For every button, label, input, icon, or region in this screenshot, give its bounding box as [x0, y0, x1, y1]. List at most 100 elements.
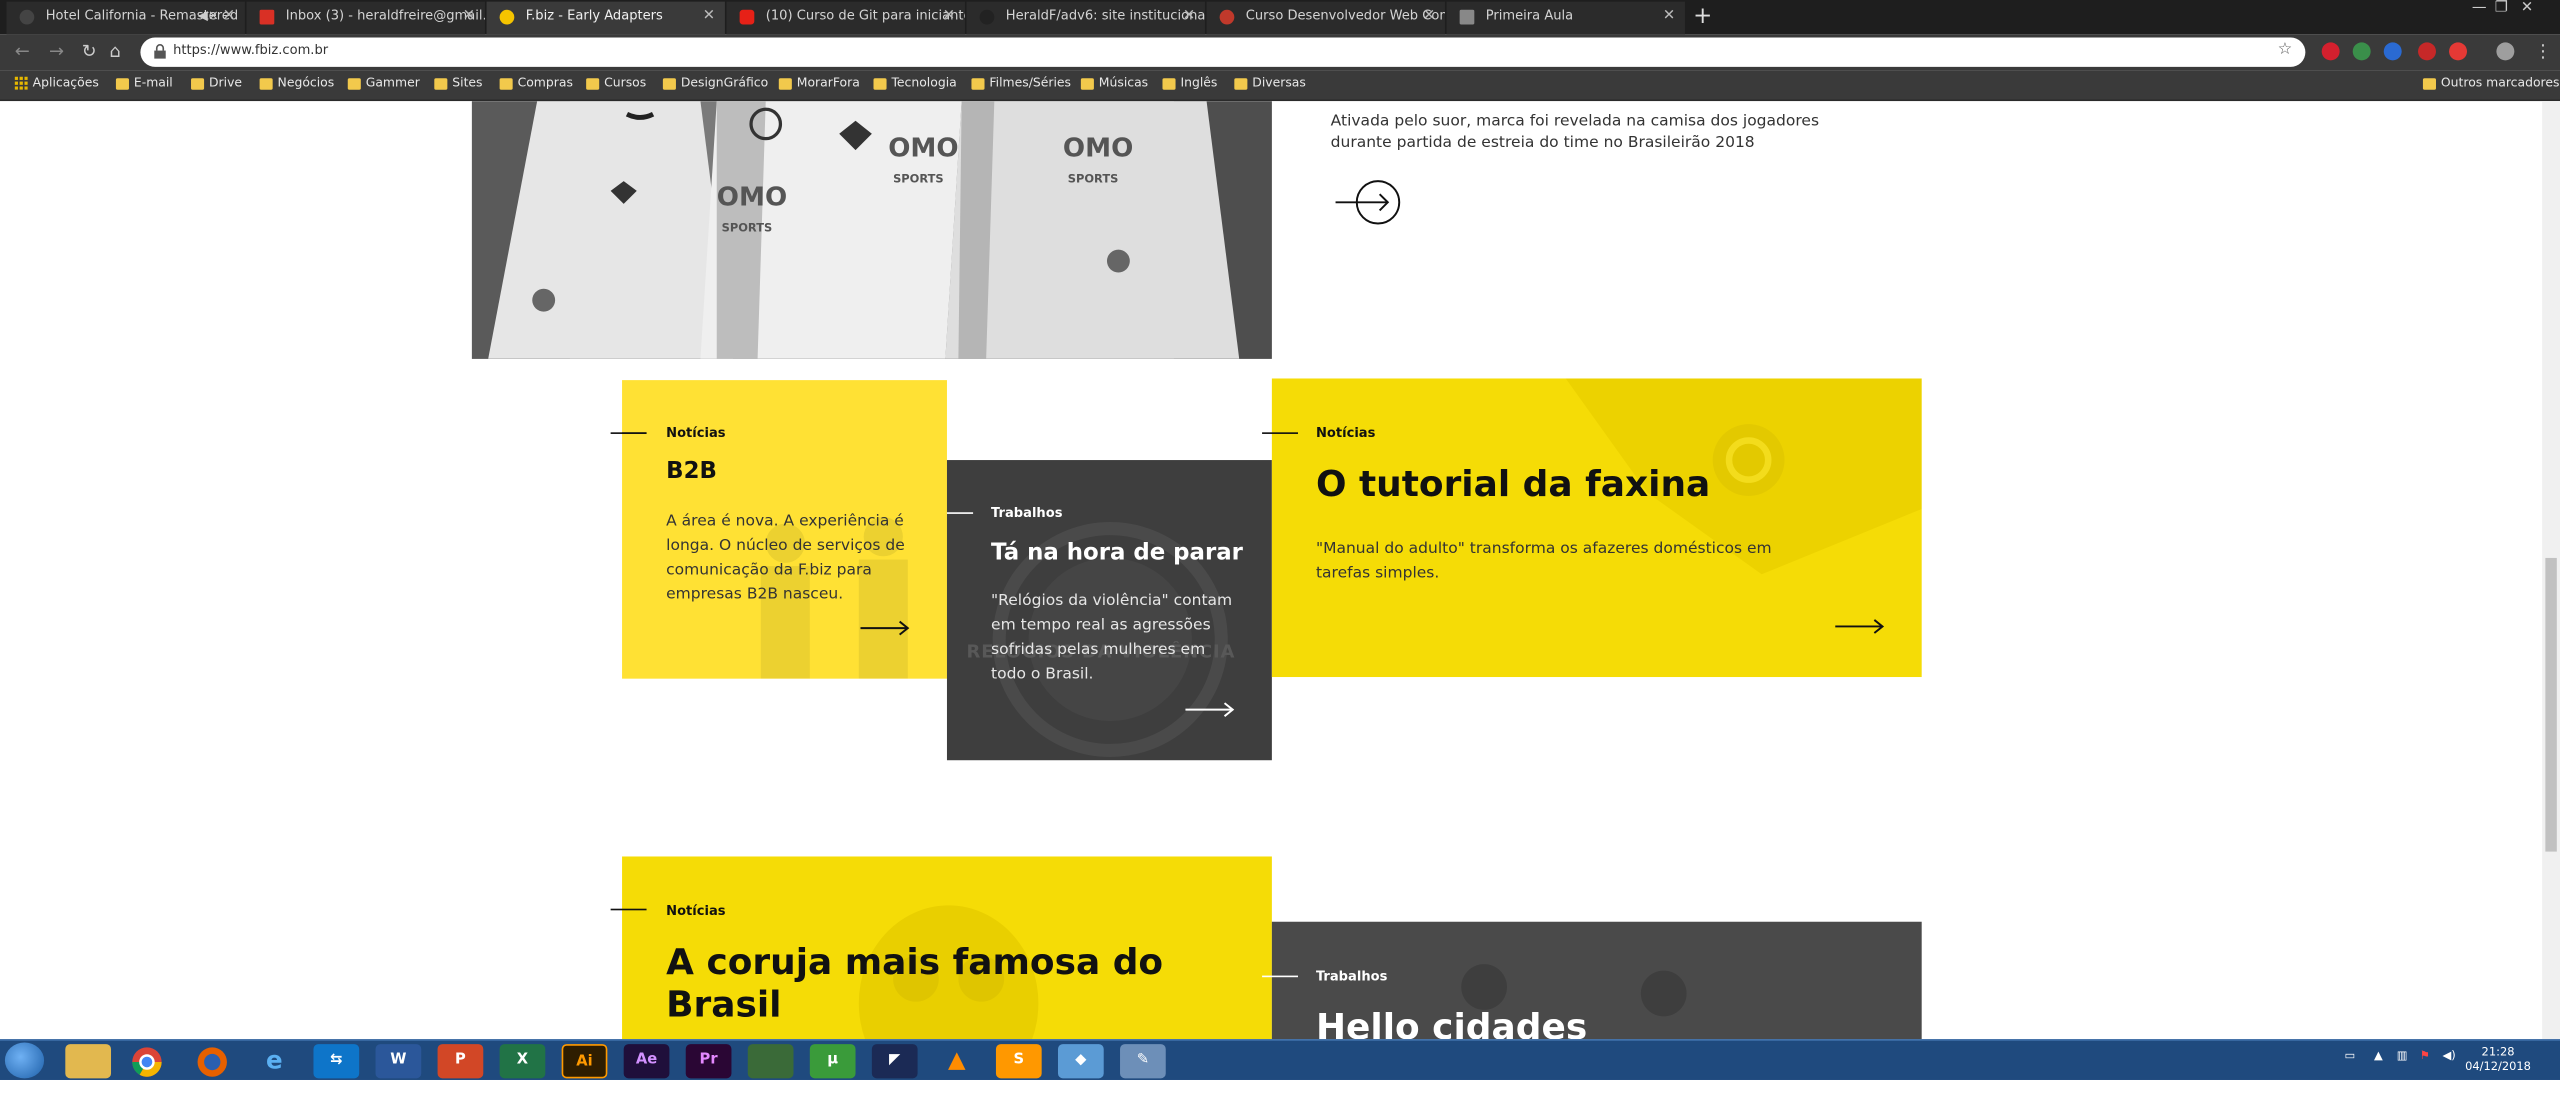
card-tutorial-da-faxina[interactable]	[1271, 378, 1922, 678]
close-tab-icon[interactable]: ✕	[943, 2, 955, 31]
card-category: Notícias	[1315, 425, 1376, 441]
pinterest-extension-icon[interactable]	[2321, 42, 2340, 61]
file-explorer-icon[interactable]	[65, 1044, 112, 1079]
omo-logo-text: OMO	[1063, 134, 1133, 164]
menu-icon[interactable]: ⋮	[2534, 41, 2552, 62]
bookmark-diversas[interactable]: Diversas	[1234, 75, 1306, 90]
restore-icon[interactable]: ❐	[2495, 0, 2508, 16]
taskbar-clock[interactable]: 21:28 04/12/2018	[2462, 1046, 2534, 1075]
card-bg-glove-icon	[1565, 378, 1922, 575]
excel-icon[interactable]: X	[499, 1044, 546, 1079]
network-icon[interactable]: ▥	[2397, 1049, 2408, 1062]
bookmark-ingles[interactable]: Inglês	[1162, 75, 1217, 90]
bookmark-filmes-series[interactable]: Filmes/Séries	[971, 75, 1071, 90]
bookmark-outros[interactable]: Outros marcadores	[2422, 75, 2559, 90]
tab-title: Curso Desenvolvedor Web Comp	[1245, 8, 1445, 23]
circle-arrow-icon[interactable]	[1332, 178, 1404, 227]
keyboard-icon[interactable]: ▭	[2345, 1049, 2356, 1062]
address-bar[interactable]: https://www.fbiz.com.br ☆	[140, 37, 2306, 67]
bookmark-sites[interactable]: Sites	[434, 75, 483, 90]
card-title[interactable]: O tutorial da faxina	[1316, 465, 1710, 506]
tools-icon[interactable]: ✎	[1120, 1044, 1166, 1079]
url-text: https://www.fbiz.com.br	[173, 42, 329, 58]
powerpoint-icon[interactable]: P	[437, 1044, 484, 1079]
close-tab-icon[interactable]: ✕	[1423, 2, 1435, 31]
bookmark-gammer[interactable]: Gammer	[347, 75, 420, 90]
tab-curso-web[interactable]: Curso Desenvolvedor Web Comp ✕	[1206, 1, 1445, 35]
internet-explorer-icon[interactable]: e	[251, 1044, 297, 1078]
close-window-icon[interactable]: ✕	[2521, 0, 2533, 16]
firefox-icon[interactable]	[189, 1044, 235, 1078]
utorrent-icon[interactable]: µ	[809, 1044, 856, 1079]
bookmark-negocios[interactable]: Negócios	[259, 75, 334, 90]
extension-icon[interactable]	[2352, 42, 2371, 61]
forward-icon[interactable]: →	[49, 41, 64, 62]
arrow-right-icon[interactable]	[860, 620, 910, 636]
tab-title: Inbox (3) - heraldfreire@gmail.com	[285, 8, 485, 23]
after-effects-icon[interactable]: Ae	[623, 1044, 670, 1079]
arrow-right-icon[interactable]	[1185, 702, 1235, 718]
tab-primeira-aula[interactable]: Primeira Aula ✕	[1446, 1, 1685, 35]
volume-icon[interactable]: ◀)	[2443, 1049, 2456, 1062]
tray-expand-icon[interactable]: ▲	[2374, 1049, 2383, 1062]
card-title[interactable]: B2B	[666, 458, 717, 484]
sublime-text-icon[interactable]: S	[995, 1044, 1042, 1079]
premiere-icon[interactable]: Pr	[685, 1044, 732, 1079]
media-icon[interactable]	[747, 1044, 794, 1079]
profile-icon[interactable]	[2496, 42, 2515, 61]
tab-inbox[interactable]: Inbox (3) - heraldfreire@gmail.com ✕	[246, 1, 485, 35]
app-icon[interactable]: ◆	[1057, 1044, 1104, 1079]
close-tab-icon[interactable]: ✕	[463, 2, 475, 31]
card-title[interactable]: A coruja mais famosa do Brasil	[666, 943, 1188, 1028]
back-icon[interactable]: ←	[15, 41, 30, 62]
card-category: Notícias	[666, 425, 726, 441]
tab-curso-git[interactable]: (10) Curso de Git para iniciantes ✕	[726, 1, 965, 35]
folder-icon	[499, 78, 513, 90]
illustrator-icon[interactable]: Ai	[561, 1044, 608, 1079]
scrollbar-thumb[interactable]	[2545, 557, 2557, 852]
card-category: Notícias	[666, 903, 726, 919]
bookmark-musicas[interactable]: Músicas	[1080, 75, 1148, 90]
bookmark-drive[interactable]: Drive	[191, 75, 242, 90]
close-tab-icon[interactable]: ✕	[703, 2, 715, 31]
bookmark-cursos[interactable]: Cursos	[586, 75, 646, 90]
action-center-icon[interactable]: ⚑	[2420, 1049, 2430, 1062]
minimize-icon[interactable]: —	[2472, 0, 2487, 16]
extension-icon[interactable]	[2383, 42, 2402, 61]
visual-studio-icon[interactable]: ◤	[871, 1044, 918, 1079]
extension-icon[interactable]	[2418, 42, 2436, 61]
page-scrollbar[interactable]	[2542, 101, 2560, 1040]
bookmark-designgrafico[interactable]: DesignGráfico	[662, 75, 768, 90]
teamviewer-icon[interactable]: ⇆	[313, 1044, 360, 1079]
folder-icon	[259, 78, 273, 90]
tab-github[interactable]: HeraldF/adv6: site institucional A ✕	[966, 1, 1205, 35]
football-players-photo[interactable]: OMO SPORTS OMO SPORTS OMO SPORTS	[471, 101, 1272, 359]
bookmark-tecnologia[interactable]: Tecnologia	[873, 75, 957, 90]
bookmark-morarfora[interactable]: MorarFora	[778, 75, 860, 90]
chrome-icon[interactable]	[124, 1044, 170, 1078]
bookmark-email[interactable]: E-mail	[115, 75, 173, 90]
speaker-mute-icon[interactable]: ◀×	[198, 2, 219, 31]
home-icon[interactable]: ⌂	[109, 41, 120, 62]
reload-icon[interactable]: ↻	[82, 41, 97, 62]
folder-icon	[115, 78, 129, 90]
card-title[interactable]: Hello cidades	[1316, 1008, 1587, 1039]
tab-hotel-california[interactable]: Hotel California - Remastered ◀× ✕	[6, 1, 245, 35]
abp-extension-icon[interactable]	[2449, 42, 2468, 61]
arrow-right-icon[interactable]	[1835, 618, 1885, 634]
word-icon[interactable]: W	[375, 1044, 422, 1079]
bookmark-star-icon[interactable]: ☆	[2278, 41, 2293, 59]
close-tab-icon[interactable]: ✕	[223, 2, 235, 31]
tab-title: HeraldF/adv6: site institucional A	[1005, 8, 1205, 23]
new-tab-button[interactable]: +	[1693, 3, 1712, 29]
omo-logo-text: OMO	[888, 134, 958, 164]
bookmark-apps[interactable]: Aplicações	[14, 75, 99, 90]
bookmark-compras[interactable]: Compras	[499, 75, 573, 90]
windows-start-button[interactable]	[4, 1042, 45, 1079]
tab-fbiz[interactable]: F.biz - Early Adapters ✕	[486, 1, 725, 35]
vlc-icon[interactable]: ▲	[934, 1044, 980, 1078]
card-category: Trabalhos	[1315, 969, 1388, 984]
card-title[interactable]: Tá na hora de parar	[991, 540, 1243, 566]
close-tab-icon[interactable]: ✕	[1663, 2, 1675, 31]
close-tab-icon[interactable]: ✕	[1183, 2, 1195, 31]
